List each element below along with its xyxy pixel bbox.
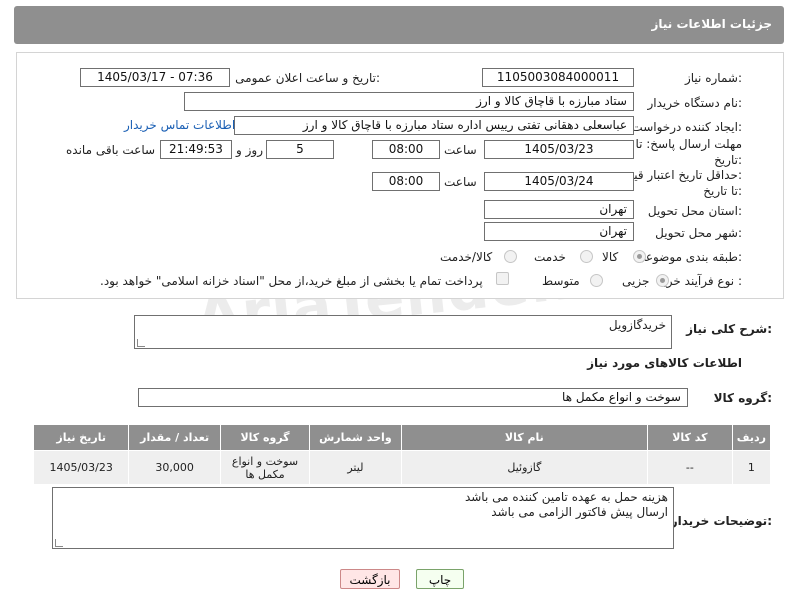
treasury-note: پرداخت تمام یا بخشی از مبلغ خرید،از محل …: [100, 274, 483, 288]
goods-group-label: گروه کالا:: [713, 391, 772, 405]
back-button[interactable]: بازگشت: [340, 569, 400, 589]
announce-datetime-label: تاریخ و ساعت اعلان عمومی:: [235, 71, 380, 85]
purchase-type-radio-minor[interactable]: [656, 274, 669, 287]
creator-label: ایجاد کننده درخواست:: [631, 120, 742, 134]
resize-handle-icon[interactable]: [137, 339, 145, 347]
col-header-unit: واحد شمارش: [309, 424, 402, 451]
description-text: خریدگازویل: [608, 318, 666, 332]
price-validity-time-label: ساعت: [444, 175, 477, 189]
need-number-label: شماره نیاز:: [684, 71, 742, 85]
delivery-city-label: شهر محل تحویل:: [655, 226, 742, 240]
remaining-time-field: 21:49:53: [160, 140, 232, 159]
purchase-type-label: نوع فرآیند خرید :: [657, 274, 742, 288]
buyer-notes-line-2: ارسال پیش فاکتور الزامی می باشد: [491, 505, 668, 519]
table-header-row: ردیف کد کالا نام کالا واحد شمارش گروه کا…: [32, 424, 772, 451]
remaining-days-field: 5: [266, 140, 334, 159]
delivery-province-field: تهران: [484, 200, 634, 219]
col-header-goods-group: گروه کالا: [219, 424, 311, 451]
goods-group-field: سوخت و انواع مکمل ها: [138, 388, 688, 407]
resize-handle-icon[interactable]: [55, 539, 63, 547]
goods-section-title: اطلاعات کالاهای مورد نیاز: [587, 356, 742, 370]
response-deadline-time: 08:00: [372, 140, 440, 159]
page-title: جزئیات اطلاعات نیاز: [651, 17, 772, 31]
price-validity-time: 08:00: [372, 172, 440, 191]
page-header: جزئیات اطلاعات نیاز: [14, 6, 784, 44]
response-deadline-label-1: مهلت ارسال پاسخ: تا: [635, 137, 742, 151]
cell-goods-name: گازوئیل: [400, 450, 648, 485]
col-header-goods-name: نام کالا: [400, 424, 648, 451]
description-label: شرح کلی نیاز:: [686, 322, 772, 336]
category-option-goods: کالا: [602, 250, 619, 264]
remaining-time-label: ساعت باقی مانده: [66, 143, 156, 157]
price-validity-label-1: حداقل تاریخ اعتبار قیمت:: [615, 168, 742, 182]
cell-row-number: 1: [731, 450, 772, 485]
description-textarea[interactable]: خریدگازویل: [134, 315, 672, 349]
response-deadline-date: 1405/03/23: [484, 140, 634, 159]
buyer-notes-line-1: هزینه حمل به عهده تامین کننده می باشد: [464, 490, 668, 504]
col-header-quantity: تعداد / مقدار: [128, 424, 221, 451]
purchase-type-option-medium: متوسط: [542, 274, 580, 288]
category-radio-goods[interactable]: [633, 250, 646, 263]
purchase-type-option-minor: جزیی: [622, 274, 650, 288]
price-validity-date: 1405/03/24: [484, 172, 634, 191]
cell-goods-group: سوخت و انواع مکمل ها: [219, 450, 311, 485]
response-deadline-label-2: تاریخ:: [714, 153, 742, 167]
cell-need-date: 1405/03/23: [32, 450, 130, 485]
cell-quantity: 30,000: [128, 450, 221, 485]
delivery-city-field: تهران: [484, 222, 634, 241]
days-label: روز و: [236, 143, 263, 157]
col-header-need-date: تاریخ نیاز: [32, 424, 130, 451]
print-button[interactable]: چاپ: [416, 569, 464, 589]
table-row: 1 -- گازوئیل لیتر سوخت و انواع مکمل ها 3…: [32, 450, 772, 485]
purchase-type-radio-medium[interactable]: [590, 274, 603, 287]
buyer-org-label: نام دستگاه خریدار:: [647, 96, 743, 110]
buyer-notes-label: توضیحات خریدار:: [670, 514, 772, 528]
announce-datetime-field: 1405/03/17 - 07:36: [80, 68, 230, 87]
category-label: طبقه بندی موضوعی:: [635, 250, 742, 264]
creator-field: عباسعلی دهقانی تفتی رییس اداره ستاد مبار…: [234, 116, 634, 135]
col-header-row-number: ردیف: [731, 424, 772, 451]
buyer-contact-link[interactable]: اطلاعات تماس خریدار: [124, 118, 235, 132]
items-table: ردیف کد کالا نام کالا واحد شمارش گروه کا…: [32, 424, 772, 485]
category-radio-service[interactable]: [580, 250, 593, 263]
response-deadline-time-label: ساعت: [444, 143, 477, 157]
need-number-field: 1105003084000011: [482, 68, 634, 87]
cell-unit: لیتر: [309, 450, 402, 485]
buyer-notes-textarea[interactable]: هزینه حمل به عهده تامین کننده می باشد ار…: [52, 487, 674, 549]
treasury-checkbox[interactable]: [496, 272, 509, 285]
category-option-goods-service: کالا/خدمت: [440, 250, 493, 264]
buyer-org-field: ستاد مبارزه با قاچاق کالا و ارز: [184, 92, 634, 111]
category-radio-goods-service[interactable]: [504, 250, 517, 263]
cell-goods-code: --: [646, 450, 733, 485]
category-option-service: خدمت: [534, 250, 566, 264]
delivery-province-label: استان محل تحویل:: [647, 204, 742, 218]
col-header-goods-code: کد کالا: [646, 424, 733, 451]
price-validity-label-2: تا تاریخ:: [703, 184, 742, 198]
